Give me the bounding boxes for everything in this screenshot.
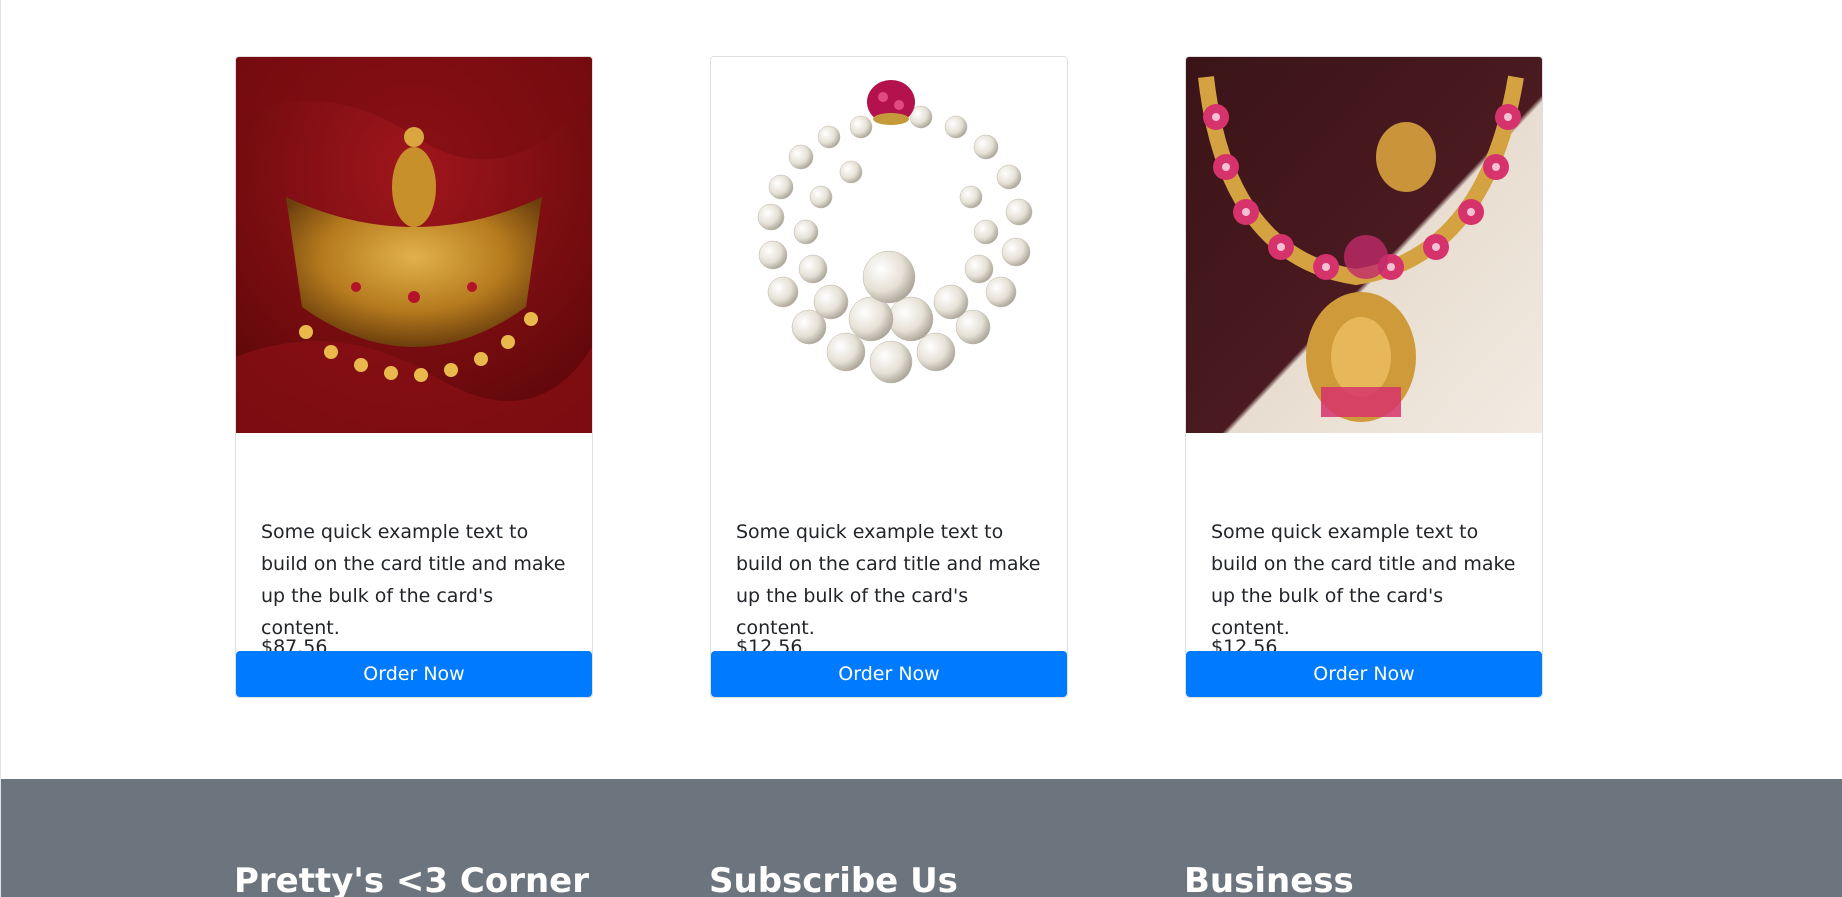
page: Some quick example text to build on the … [0, 0, 1842, 897]
product-description: Some quick example text to build on the … [736, 521, 1041, 639]
footer-subscribe-title: Subscribe Us [709, 861, 958, 897]
order-now-button[interactable]: Order Now [236, 651, 592, 697]
order-now-button[interactable]: Order Now [1186, 651, 1542, 697]
footer-business-title: Business [1184, 861, 1354, 897]
product-card: Some quick example text to build on the … [710, 56, 1068, 698]
product-image-pearl-necklace [711, 57, 1067, 433]
product-image-pink-stone-necklace [1186, 57, 1542, 433]
product-description: Some quick example text to build on the … [261, 521, 566, 639]
product-cards-section: Some quick example text to build on the … [1, 0, 1842, 779]
order-now-button[interactable]: Order Now [711, 651, 1067, 697]
footer-brand-title: Pretty's <3 Corner [234, 861, 589, 897]
footer: Pretty's <3 Corner Subscribe Us Business [1, 779, 1842, 897]
product-card: Some quick example text to build on the … [235, 56, 593, 698]
product-image-gold-necklace [236, 57, 592, 433]
product-card: Some quick example text to build on the … [1185, 56, 1543, 698]
product-description: Some quick example text to build on the … [1211, 521, 1516, 639]
